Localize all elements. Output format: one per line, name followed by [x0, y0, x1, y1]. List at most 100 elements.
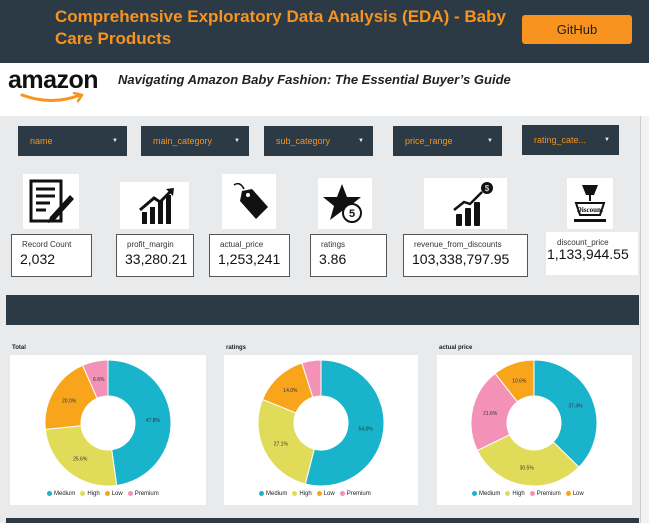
filter-name[interactable]: name ▼ — [18, 126, 127, 156]
page-title: Comprehensive Exploratory Data Analysis … — [55, 7, 506, 48]
legend-dot-icon — [472, 491, 477, 496]
legend-dot-icon — [104, 491, 110, 496]
slice-label: 27.1% — [274, 441, 289, 447]
legend-dot-icon — [47, 491, 52, 496]
legend-total: Medium High Low Premium — [42, 491, 159, 497]
legend-label: High — [512, 491, 525, 497]
legend-item[interactable]: Medium — [42, 491, 75, 497]
legend-dot-icon — [339, 491, 345, 496]
legend-item[interactable]: Low — [561, 491, 584, 497]
bottom-divider — [6, 518, 639, 523]
section-divider — [6, 295, 639, 325]
donut-chart-total: 47.8% 25.6% 20.0% 6.6% — [44, 359, 172, 487]
github-button[interactable]: GitHub — [522, 15, 632, 44]
slice-label: 30.5% — [520, 465, 535, 471]
donut-chart-ratings: 54.0% 27.1% 14.0% — [257, 359, 385, 487]
legend-label: Premium — [346, 491, 371, 497]
legend-item[interactable]: Low — [312, 491, 335, 497]
legend-item[interactable]: Medium — [467, 491, 500, 497]
filter-rating-category[interactable]: rating_cate... ▼ — [522, 125, 619, 155]
legend-dot-icon — [127, 491, 133, 496]
pie-slice-medium[interactable] — [107, 359, 172, 486]
kpi-label: Record Count — [22, 240, 72, 249]
slice-label: 21.6% — [483, 411, 498, 417]
slice-label: 6.6% — [93, 377, 105, 383]
legend-item[interactable]: High — [287, 491, 312, 497]
legend-dot-icon — [259, 491, 264, 496]
filter-label: name — [30, 136, 53, 146]
legend-label: Premium — [536, 491, 561, 497]
legend-label: Medium — [479, 491, 501, 497]
legend-dot-icon — [80, 491, 86, 496]
chart-panel-total: 47.8% 25.6% 20.0% 6.6% Medium High Low Premium — [10, 355, 206, 505]
slice-label: 14.0% — [283, 388, 298, 394]
kpi-card-ratings: ratings 3.86 — [310, 234, 387, 277]
slice-label: 10.6% — [512, 378, 527, 384]
filter-bar: name ▼ main_category ▼ sub_category ▼ pr… — [0, 116, 649, 160]
revenue-chart-icon: $ — [424, 178, 507, 229]
slice-label: 54.0% — [359, 427, 374, 433]
filter-label: sub_category — [276, 136, 331, 146]
amazon-smile-icon — [20, 92, 84, 103]
chart-title-actual-price: actual price — [439, 345, 473, 351]
filter-price-range[interactable]: price_range ▼ — [393, 126, 502, 156]
scrollbar[interactable] — [640, 116, 649, 523]
caret-down-icon: ▼ — [358, 138, 364, 144]
caret-down-icon: ▼ — [234, 138, 240, 144]
legend-item[interactable]: High — [500, 491, 525, 497]
kpi-value: 1,133,944.55 — [547, 246, 629, 262]
legend-item[interactable]: Medium — [254, 491, 287, 497]
slice-label: 25.6% — [73, 456, 88, 462]
legend-actual-price: Medium High Premium Low — [467, 491, 584, 497]
legend-label: Low — [323, 491, 335, 497]
caret-down-icon: ▼ — [112, 138, 118, 144]
kpi-label: ratings — [321, 240, 346, 249]
filter-label: main_category — [153, 136, 213, 146]
legend-dot-icon — [565, 491, 571, 496]
legend-dot-icon — [529, 491, 535, 496]
legend-item[interactable]: Premium — [123, 491, 159, 497]
caret-down-icon: ▼ — [487, 138, 493, 144]
chart-panel-actual-price: 37.4% 30.5% 21.6% 10.6% Medium High Premium Lo… — [437, 355, 632, 505]
amazon-logo-text: amazon — [8, 66, 99, 94]
legend-label: High — [299, 491, 312, 497]
kpi-card-revenue-from-discounts: revenue_from_discounts 103,338,797.95 — [403, 234, 528, 277]
legend-label: Medium — [266, 491, 288, 497]
kpi-label: actual_price — [220, 240, 264, 249]
legend-ratings: Medium High Low Premium — [254, 491, 371, 497]
kpi-value: 3.86 — [319, 251, 347, 267]
legend-label: Low — [572, 491, 584, 497]
legend-item[interactable]: Premium — [335, 491, 371, 497]
brand-subtitle: Navigating Amazon Baby Fashion: The Esse… — [118, 72, 511, 87]
kpi-card-record-count: Record Count 2,032 — [11, 234, 92, 277]
price-tag-icon — [222, 174, 276, 229]
chart-title-total: Total — [12, 345, 26, 351]
document-icon — [23, 174, 79, 229]
kpi-label: profit_margin — [127, 240, 174, 249]
legend-item[interactable]: Low — [100, 491, 123, 497]
kpi-label: revenue_from_discounts — [414, 240, 502, 249]
kpi-value: 33,280.21 — [125, 251, 188, 267]
filter-label: price_range — [405, 136, 453, 146]
amazon-logo: amazon — [8, 66, 104, 110]
filter-sub-category[interactable]: sub_category ▼ — [264, 126, 373, 156]
brand-bar: amazon Navigating Amazon Baby Fashion: T… — [0, 63, 649, 116]
slice-label: 37.4% — [568, 404, 583, 410]
header-bar: Comprehensive Exploratory Data Analysis … — [0, 0, 649, 63]
svg-text:5: 5 — [349, 208, 355, 220]
legend-item[interactable]: High — [75, 491, 100, 497]
profit-chart-icon — [120, 182, 189, 229]
legend-dot-icon — [316, 491, 322, 496]
caret-down-icon: ▼ — [604, 137, 610, 143]
discount-icon: Discount — [567, 178, 613, 229]
filter-main-category[interactable]: main_category ▼ — [141, 126, 249, 156]
chart-panel-ratings: 54.0% 27.1% 14.0% Medium High Low Premium — [224, 355, 418, 505]
chart-title-ratings: ratings — [226, 345, 247, 351]
kpi-card-discount-price: discount_price 1,133,944.55 — [546, 232, 638, 275]
legend-item[interactable]: Premium — [525, 491, 561, 497]
discount-icon-text: Discount — [577, 206, 604, 214]
legend-label: Medium — [54, 491, 76, 497]
slice-label: 47.8% — [146, 418, 161, 424]
filter-label: rating_cate... — [534, 135, 587, 145]
legend-label: Premium — [134, 491, 159, 497]
